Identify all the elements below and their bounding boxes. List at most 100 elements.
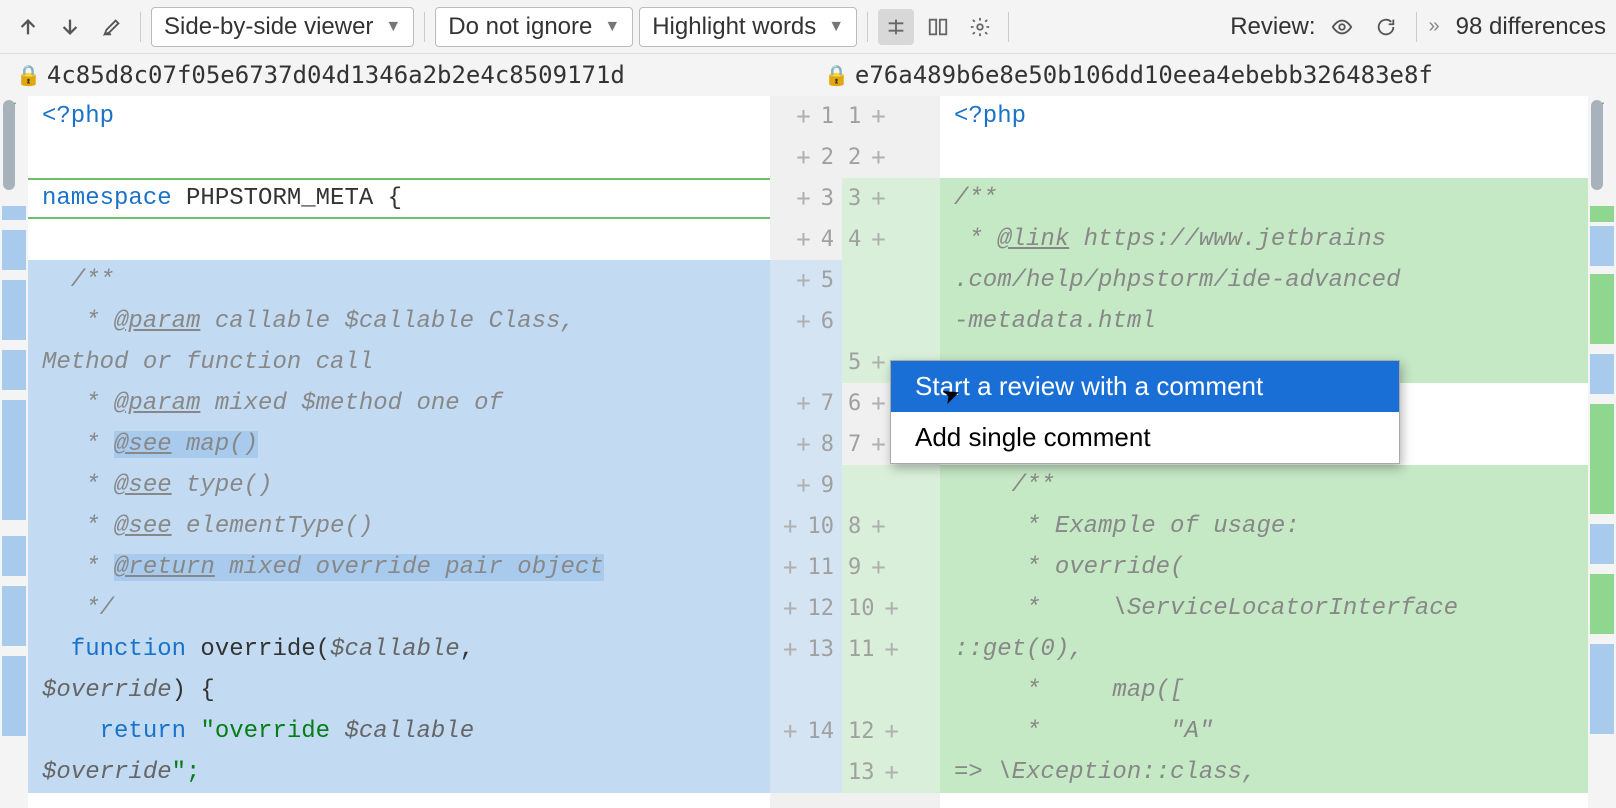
line-number: 4 [848, 219, 861, 260]
add-comment-icon[interactable]: + [871, 342, 885, 383]
viewer-mode-dropdown[interactable]: Side-by-side viewer ▼ [151, 7, 414, 47]
add-comment-icon[interactable]: + [783, 588, 797, 629]
code-line: namespace PHPSTORM_META { [34, 178, 402, 219]
code-line: * Example of usage: [946, 506, 1300, 547]
add-comment-icon[interactable]: + [796, 465, 810, 506]
chevron-down-icon: ▼ [385, 18, 401, 36]
left-hash: 🔒 4c85d8c07f05e6737d04d1346a2b2e4c850917… [0, 61, 808, 89]
code-line: ::get(0), [946, 629, 1084, 670]
line-number: 11 [848, 629, 875, 670]
minimap-stripe [2, 206, 26, 220]
code-line: * @link https://www.jetbrains [946, 219, 1386, 260]
line-number: 13 [808, 629, 835, 670]
separator [1008, 12, 1009, 42]
line-number: 7 [821, 383, 834, 424]
line-number: 2 [848, 137, 861, 178]
minimap-stripe [1590, 524, 1614, 564]
right-hash: 🔒 e76a489b6e8e50b106dd10eea4ebebb326483e… [808, 61, 1616, 89]
code-line: <?php [34, 96, 114, 137]
add-comment-icon[interactable]: + [871, 424, 885, 465]
code-line: * \ServiceLocatorInterface [946, 588, 1458, 629]
ignore-mode-dropdown[interactable]: Do not ignore ▼ [435, 7, 633, 47]
separator [140, 12, 141, 42]
next-diff-icon[interactable] [52, 9, 88, 45]
add-comment-icon[interactable]: + [885, 752, 899, 793]
gear-icon[interactable] [962, 9, 998, 45]
prev-diff-icon[interactable] [10, 9, 46, 45]
more-icon[interactable]: » [1429, 15, 1440, 38]
add-comment-icon[interactable]: + [796, 178, 810, 219]
add-comment-icon[interactable]: + [796, 137, 810, 178]
code-line: * override( [946, 547, 1184, 588]
minimap-stripe [2, 230, 26, 270]
add-comment-icon[interactable]: + [783, 506, 797, 547]
code-line: Method or function call [34, 342, 373, 383]
line-number: 2 [821, 137, 834, 178]
left-minimap[interactable]: ✓ [0, 96, 28, 808]
sync-scroll-icon[interactable] [920, 9, 956, 45]
line-number: 6 [821, 301, 834, 342]
code-line: return "override $callable [34, 711, 489, 752]
separator [1416, 12, 1417, 42]
scrollbar-thumb[interactable] [3, 100, 15, 190]
minimap-stripe [2, 400, 26, 520]
add-comment-icon[interactable]: + [871, 219, 885, 260]
highlight-mode-label: Highlight words [652, 13, 816, 41]
line-number: 9 [821, 465, 834, 506]
line-number: 1 [821, 96, 834, 137]
line-number: 5 [821, 260, 834, 301]
code-line: <?php [946, 96, 1026, 137]
right-minimap[interactable]: ✓ [1588, 96, 1616, 808]
add-comment-icon[interactable]: + [783, 629, 797, 670]
menu-item-start-review[interactable]: Start a review with a comment [891, 361, 1399, 412]
add-comment-icon[interactable]: + [796, 383, 810, 424]
code-line: $override) { [34, 670, 215, 711]
line-number: 7 [848, 424, 861, 465]
add-comment-icon[interactable]: + [796, 424, 810, 465]
right-hash-value: e76a489b6e8e50b106dd10eea4ebebb326483e8f [855, 61, 1433, 89]
add-comment-icon[interactable]: + [871, 506, 885, 547]
minimap-stripe [2, 656, 26, 736]
separator [424, 12, 425, 42]
minimap-stripe [2, 350, 26, 390]
lock-icon: 🔒 [16, 63, 41, 87]
code-line: -metadata.html [946, 301, 1156, 342]
line-number: 5 [848, 342, 861, 383]
add-comment-icon[interactable]: + [796, 219, 810, 260]
lock-icon: 🔒 [824, 63, 849, 87]
eye-icon[interactable] [1324, 9, 1360, 45]
edit-icon[interactable] [94, 9, 130, 45]
scrollbar-thumb[interactable] [1591, 100, 1603, 190]
add-comment-icon[interactable]: + [871, 547, 885, 588]
left-code-pane[interactable]: <?php namespace PHPSTORM_META { /** * @p… [28, 96, 770, 808]
add-comment-icon[interactable]: + [885, 711, 899, 752]
add-comment-icon[interactable]: + [871, 137, 885, 178]
add-comment-icon[interactable]: + [796, 301, 810, 342]
code-line: * @see type() [34, 465, 272, 506]
code-line: * @param callable $callable Class, [34, 301, 575, 342]
refresh-icon[interactable] [1368, 9, 1404, 45]
add-comment-icon[interactable]: + [871, 178, 885, 219]
add-comment-icon[interactable]: + [796, 96, 810, 137]
add-comment-icon[interactable]: + [783, 711, 797, 752]
add-comment-icon[interactable]: + [783, 547, 797, 588]
code-line: function override($callable, [34, 629, 489, 670]
add-comment-icon[interactable]: + [885, 629, 899, 670]
minimap-stripe [2, 280, 26, 340]
add-comment-icon[interactable]: + [885, 588, 899, 629]
code-line: * @see map() [34, 424, 258, 465]
highlight-mode-dropdown[interactable]: Highlight words ▼ [639, 7, 857, 47]
line-number: 4 [821, 219, 834, 260]
menu-item-add-comment[interactable]: Add single comment [891, 412, 1399, 463]
line-number: 10 [848, 588, 875, 629]
minimap-stripe [1590, 574, 1614, 634]
collapse-unchanged-icon[interactable] [878, 9, 914, 45]
separator [867, 12, 868, 42]
add-comment-icon[interactable]: + [871, 96, 885, 137]
code-line: * @see elementType() [34, 506, 373, 547]
minimap-stripe [2, 586, 26, 646]
add-comment-icon[interactable]: + [871, 383, 885, 424]
add-comment-icon[interactable]: + [796, 260, 810, 301]
code-line: => \Exception::class, [946, 752, 1256, 793]
line-number: 3 [821, 178, 834, 219]
